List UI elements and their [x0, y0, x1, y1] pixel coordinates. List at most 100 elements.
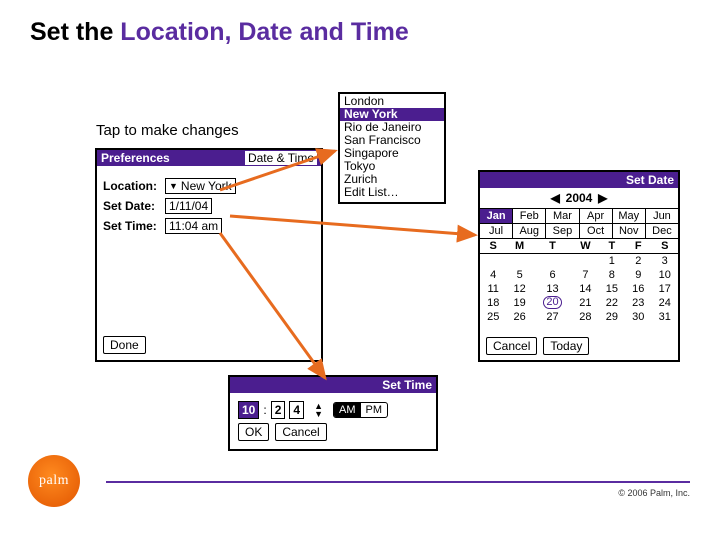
day-cell[interactable]: 9 [625, 268, 651, 282]
prefs-header: Preferences Date & Time [97, 150, 321, 166]
day-cell[interactable]: 19 [506, 296, 532, 310]
caption: Tap to make changes [96, 122, 239, 139]
minute-ones-field[interactable]: 4 [289, 401, 304, 419]
cancel-button[interactable]: Cancel [275, 423, 326, 441]
dow-header: T [599, 239, 625, 254]
copyright: © 2006 Palm, Inc. [618, 488, 690, 498]
city-list: LondonNew YorkRio de JaneiroSan Francisc… [338, 92, 446, 204]
today-button[interactable]: Today [543, 337, 589, 355]
month-cell[interactable]: May [613, 209, 646, 223]
pm-option: PM [361, 403, 388, 417]
prefs-category: Date & Time [245, 151, 317, 165]
location-picker[interactable]: ▼New York [165, 178, 236, 194]
time-stepper[interactable]: ▲▼ [314, 402, 323, 418]
day-cell[interactable]: 30 [625, 310, 651, 324]
day-cell[interactable]: 11 [480, 282, 506, 296]
day-cell[interactable]: 8 [599, 268, 625, 282]
day-cell [533, 254, 572, 268]
setdate-title: Set Date [626, 173, 674, 187]
day-cell[interactable]: 3 [651, 254, 678, 268]
day-cell[interactable]: 14 [572, 282, 598, 296]
year-value: 2004 [566, 191, 593, 205]
month-cell[interactable]: Sep [546, 224, 579, 238]
hour-field[interactable]: 10 [238, 401, 259, 419]
day-cell[interactable]: 22 [599, 296, 625, 310]
day-cell[interactable]: 10 [651, 268, 678, 282]
palm-logo: palm [28, 455, 80, 507]
logo-text: palm [39, 473, 69, 489]
time-value: 11:04 am [169, 219, 218, 233]
day-cell[interactable]: 17 [651, 282, 678, 296]
date-value: 1/11/04 [169, 199, 208, 213]
colon: : [263, 403, 266, 417]
day-cell[interactable]: 7 [572, 268, 598, 282]
minute-tens-field[interactable]: 2 [271, 401, 286, 419]
month-cell[interactable]: Jan [480, 209, 513, 223]
day-cell[interactable]: 29 [599, 310, 625, 324]
month-cell[interactable]: Oct [580, 224, 613, 238]
day-cell[interactable]: 1 [599, 254, 625, 268]
year-next-icon[interactable]: ▶ [596, 191, 610, 205]
month-cell[interactable]: Jun [646, 209, 678, 223]
city-option[interactable]: Edit List… [340, 186, 444, 199]
month-cell[interactable]: Nov [613, 224, 646, 238]
day-cell[interactable]: 25 [480, 310, 506, 324]
down-arrow-icon: ▼ [314, 410, 323, 418]
day-cell[interactable]: 18 [480, 296, 506, 310]
settime-title: Set Time [382, 378, 432, 392]
day-cell[interactable]: 16 [625, 282, 651, 296]
dow-header: S [480, 239, 506, 254]
dow-header: S [651, 239, 678, 254]
day-cell[interactable]: 13 [533, 282, 572, 296]
dow-header: W [572, 239, 598, 254]
time-field[interactable]: 11:04 am [165, 218, 222, 234]
date-field[interactable]: 1/11/04 [165, 198, 212, 214]
month-cell[interactable]: Jul [480, 224, 513, 238]
set-date-panel: Set Date ◀ 2004 ▶ JanFebMarAprMayJun Jul… [478, 170, 680, 362]
preferences-panel: Preferences Date & Time Location: ▼New Y… [95, 148, 323, 362]
done-button[interactable]: Done [103, 336, 146, 354]
cancel-button[interactable]: Cancel [486, 337, 537, 355]
day-cell[interactable]: 21 [572, 296, 598, 310]
month-cell[interactable]: Feb [513, 209, 546, 223]
day-cell[interactable]: 23 [625, 296, 651, 310]
month-cell[interactable]: Aug [513, 224, 546, 238]
month-cell[interactable]: Dec [646, 224, 678, 238]
slide-title: Set the Location, Date and Time [30, 18, 409, 47]
ampm-toggle[interactable]: AM PM [333, 402, 388, 418]
date-label: Set Date: [103, 199, 165, 213]
title-text: Set the [30, 18, 120, 46]
dow-header: M [506, 239, 532, 254]
location-label: Location: [103, 179, 165, 193]
day-cell[interactable]: 6 [533, 268, 572, 282]
title-accent: Location, Date and Time [120, 18, 408, 46]
year-prev-icon[interactable]: ◀ [548, 191, 562, 205]
day-cell[interactable]: 20 [533, 296, 572, 310]
am-option: AM [334, 403, 361, 417]
day-cell [480, 254, 506, 268]
day-cell[interactable]: 5 [506, 268, 532, 282]
set-time-panel: Set Time 10 : 2 4 ▲▼ AM PM OK Cancel [228, 375, 438, 451]
ok-button[interactable]: OK [238, 423, 269, 441]
footer-divider [106, 481, 690, 483]
day-cell[interactable]: 15 [599, 282, 625, 296]
day-cell[interactable]: 24 [651, 296, 678, 310]
day-cell[interactable]: 4 [480, 268, 506, 282]
day-cell[interactable]: 28 [572, 310, 598, 324]
dropdown-icon: ▼ [169, 181, 178, 191]
month-grid: JanFebMarAprMayJun JulAugSepOctNovDec [480, 208, 678, 239]
month-cell[interactable]: Mar [546, 209, 579, 223]
day-cell[interactable]: 12 [506, 282, 532, 296]
dow-header: F [625, 239, 651, 254]
month-cell[interactable]: Apr [580, 209, 613, 223]
location-value: New York [181, 179, 232, 193]
day-cell [572, 254, 598, 268]
day-cell[interactable]: 27 [533, 310, 572, 324]
time-label: Set Time: [103, 219, 165, 233]
calendar-grid: SMTWTFS 12345678910111213141516171819202… [480, 239, 678, 324]
dow-header: T [533, 239, 572, 254]
day-cell[interactable]: 26 [506, 310, 532, 324]
day-cell[interactable]: 31 [651, 310, 678, 324]
prefs-title: Preferences [101, 151, 170, 165]
day-cell[interactable]: 2 [625, 254, 651, 268]
